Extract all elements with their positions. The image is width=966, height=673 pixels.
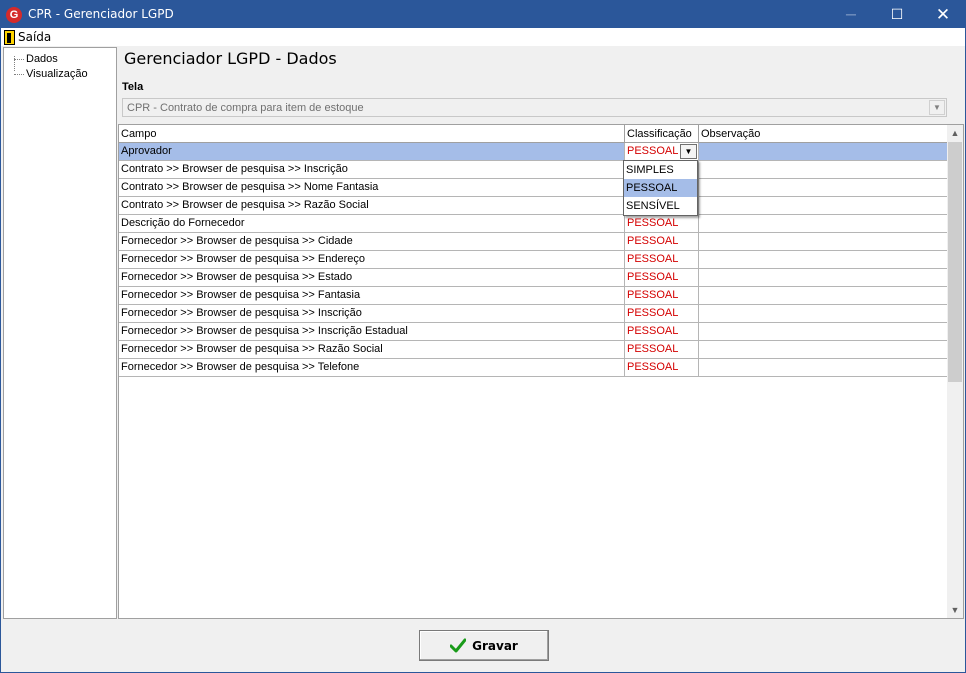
table-row[interactable]: Fornecedor >> Browser de pesquisa >> Fan… — [119, 287, 948, 305]
cell-classificacao[interactable]: PESSOAL — [625, 341, 699, 358]
cell-observacao[interactable] — [699, 143, 948, 160]
window-title: CPR - Gerenciador LGPD — [28, 7, 174, 21]
menu-item-exit[interactable]: Saída — [4, 29, 51, 45]
dropdown-option-sensivel[interactable]: SENSÍVEL — [624, 197, 697, 215]
column-header-observacao[interactable]: Observação — [699, 125, 948, 143]
scroll-thumb[interactable] — [948, 142, 962, 382]
column-header-classificacao[interactable]: Classificação — [625, 125, 699, 143]
grid-header: Campo Classificação Observação — [119, 125, 948, 143]
cell-classificacao-value: PESSOAL — [627, 325, 679, 337]
menu-bar: Saída — [1, 28, 965, 46]
minimize-button[interactable]: ─ — [828, 1, 874, 28]
cell-observacao[interactable] — [699, 179, 948, 196]
classification-dropdown-button[interactable]: ▼ — [680, 144, 697, 159]
cell-campo[interactable]: Fornecedor >> Browser de pesquisa >> Cid… — [119, 233, 625, 250]
cell-campo[interactable]: Contrato >> Browser de pesquisa >> Razão… — [119, 197, 625, 214]
close-button[interactable]: ✕ — [920, 1, 966, 28]
scroll-up-icon[interactable]: ▲ — [947, 125, 963, 141]
cell-campo[interactable]: Fornecedor >> Browser de pesquisa >> Ins… — [119, 323, 625, 340]
cell-campo[interactable]: Contrato >> Browser de pesquisa >> Nome … — [119, 179, 625, 196]
cell-observacao[interactable] — [699, 215, 948, 232]
navigation-tree: Dados Visualização — [3, 47, 117, 619]
cell-classificacao[interactable]: PESSOAL — [625, 305, 699, 322]
tree-item-dados[interactable]: Dados — [4, 52, 116, 67]
tela-select-value: CPR - Contrato de compra para item de es… — [127, 102, 364, 114]
dropdown-option-simples[interactable]: SIMPLES — [624, 161, 697, 179]
cell-classificacao-value: PESSOAL — [627, 307, 679, 319]
table-row[interactable]: Fornecedor >> Browser de pesquisa >> Raz… — [119, 341, 948, 359]
table-row[interactable]: Fornecedor >> Browser de pesquisa >> Ins… — [119, 323, 948, 341]
table-row[interactable]: Contrato >> Browser de pesquisa >> Inscr… — [119, 161, 948, 179]
cell-observacao[interactable] — [699, 251, 948, 268]
classification-dropdown-list: SIMPLES PESSOAL SENSÍVEL — [623, 160, 698, 216]
cell-classificacao[interactable]: PESSOAL — [625, 215, 699, 232]
cell-campo[interactable]: Fornecedor >> Browser de pesquisa >> End… — [119, 251, 625, 268]
tree-branch — [14, 59, 24, 60]
vertical-scrollbar[interactable]: ▲ ▼ — [947, 125, 963, 618]
tela-label: Tela — [122, 81, 144, 93]
menu-item-exit-label: Saída — [18, 30, 52, 44]
cell-campo[interactable]: Fornecedor >> Browser de pesquisa >> Tel… — [119, 359, 625, 376]
tree-branch — [14, 74, 24, 75]
tree-item-visualizacao-label: Visualização — [26, 68, 88, 80]
exit-door-icon — [4, 29, 15, 45]
table-row[interactable]: Fornecedor >> Browser de pesquisa >> Tel… — [119, 359, 948, 377]
tela-select[interactable]: CPR - Contrato de compra para item de es… — [122, 98, 947, 117]
column-header-campo[interactable]: Campo — [119, 125, 625, 143]
cell-classificacao-value: PESSOAL — [627, 217, 679, 229]
cell-observacao[interactable] — [699, 233, 948, 250]
table-row[interactable]: Fornecedor >> Browser de pesquisa >> End… — [119, 251, 948, 269]
cell-campo[interactable]: Aprovador — [119, 143, 625, 160]
table-row[interactable]: Contrato >> Browser de pesquisa >> Nome … — [119, 179, 948, 197]
cell-classificacao-value: PESSOAL — [627, 253, 679, 265]
tree-item-visualizacao[interactable]: Visualização — [4, 67, 116, 82]
cell-observacao[interactable] — [699, 287, 948, 304]
table-row[interactable]: Fornecedor >> Browser de pesquisa >> Est… — [119, 269, 948, 287]
cell-campo[interactable]: Fornecedor >> Browser de pesquisa >> Ins… — [119, 305, 625, 322]
cell-campo[interactable]: Fornecedor >> Browser de pesquisa >> Raz… — [119, 341, 625, 358]
chevron-down-icon[interactable]: ▼ — [929, 100, 945, 115]
table-row[interactable]: Fornecedor >> Browser de pesquisa >> Cid… — [119, 233, 948, 251]
checkmark-icon — [450, 638, 467, 652]
save-button[interactable]: Gravar — [419, 630, 549, 661]
fields-grid: Campo Classificação Observação Aprovador… — [118, 124, 964, 619]
cell-observacao[interactable] — [699, 341, 948, 358]
scroll-down-icon[interactable]: ▼ — [947, 602, 963, 618]
cell-observacao[interactable] — [699, 197, 948, 214]
dropdown-option-pessoal[interactable]: PESSOAL — [624, 179, 697, 197]
title-bar[interactable]: G CPR - Gerenciador LGPD ─ ☐ ✕ — [1, 1, 965, 28]
cell-classificacao-value: PESSOAL — [627, 343, 679, 355]
cell-classificacao-value: PESSOAL — [627, 235, 679, 247]
cell-campo[interactable]: Fornecedor >> Browser de pesquisa >> Est… — [119, 269, 625, 286]
cell-observacao[interactable] — [699, 323, 948, 340]
table-row[interactable]: Descrição do Fornecedor PESSOAL — [119, 215, 948, 233]
tree-item-dados-label: Dados — [26, 53, 58, 65]
cell-classificacao[interactable]: PESSOAL — [625, 359, 699, 376]
cell-campo[interactable]: Descrição do Fornecedor — [119, 215, 625, 232]
cell-classificacao-value: PESSOAL — [627, 361, 679, 373]
cell-classificacao[interactable]: PESSOAL — [625, 251, 699, 268]
page-title: Gerenciador LGPD - Dados — [124, 49, 337, 68]
main-window: G CPR - Gerenciador LGPD ─ ☐ ✕ Saída Dad… — [0, 0, 966, 673]
cell-classificacao[interactable]: PESSOAL — [625, 233, 699, 250]
cell-campo[interactable]: Fornecedor >> Browser de pesquisa >> Fan… — [119, 287, 625, 304]
maximize-button[interactable]: ☐ — [874, 1, 920, 28]
cell-observacao[interactable] — [699, 305, 948, 322]
app-logo-icon: G — [6, 7, 22, 23]
cell-classificacao-value: PESSOAL — [627, 289, 679, 301]
table-row[interactable]: Aprovador PESSOAL ▼ — [119, 143, 948, 161]
cell-classificacao[interactable]: PESSOAL — [625, 323, 699, 340]
cell-classificacao-value: PESSOAL — [627, 271, 679, 283]
save-button-label: Gravar — [472, 638, 518, 653]
table-row[interactable]: Contrato >> Browser de pesquisa >> Razão… — [119, 197, 948, 215]
cell-observacao[interactable] — [699, 269, 948, 286]
cell-observacao[interactable] — [699, 359, 948, 376]
cell-campo[interactable]: Contrato >> Browser de pesquisa >> Inscr… — [119, 161, 625, 178]
table-row[interactable]: Fornecedor >> Browser de pesquisa >> Ins… — [119, 305, 948, 323]
cell-classificacao[interactable]: PESSOAL — [625, 287, 699, 304]
cell-classificacao[interactable]: PESSOAL — [625, 269, 699, 286]
cell-classificacao-value: PESSOAL — [627, 145, 679, 157]
cell-observacao[interactable] — [699, 161, 948, 178]
